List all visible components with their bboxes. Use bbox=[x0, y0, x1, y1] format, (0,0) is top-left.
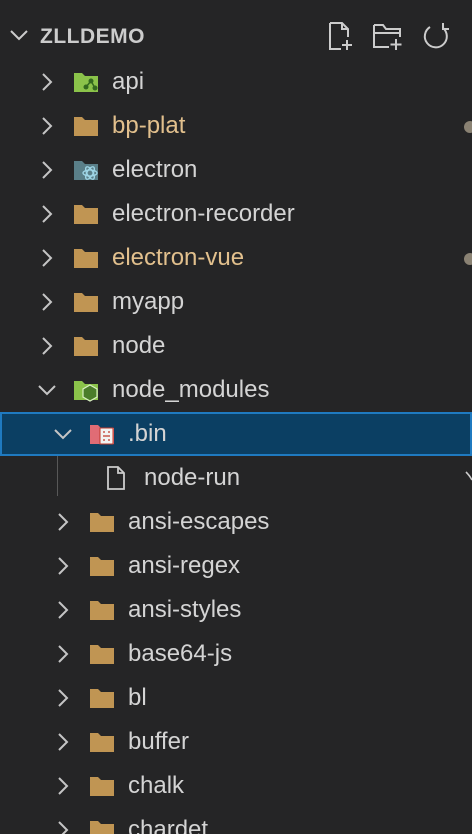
tree-item-label: ansi-styles bbox=[128, 596, 242, 623]
tree-item-label: node_modules bbox=[112, 376, 270, 403]
chevron-right-icon[interactable] bbox=[52, 511, 74, 533]
chevron-right-icon[interactable] bbox=[52, 555, 74, 577]
tree-item-label: node bbox=[112, 332, 166, 359]
modified-dot-icon bbox=[464, 253, 472, 265]
file-icon bbox=[107, 466, 125, 490]
tree-item-label: electron bbox=[112, 156, 198, 183]
tree-item-node-modules[interactable]: node_modules bbox=[0, 368, 472, 412]
chevron-right-icon[interactable] bbox=[36, 335, 58, 357]
api-folder-icon bbox=[74, 73, 98, 92]
tree-item-label: ansi-escapes bbox=[128, 508, 270, 535]
explorer-panel: ZLLDEMO api bp-plat electron electron-re… bbox=[0, 0, 472, 834]
new-folder-button[interactable] bbox=[372, 20, 404, 52]
folder-icon bbox=[90, 601, 114, 620]
tree-item-node-run[interactable]: node-run bbox=[0, 456, 472, 500]
chevron-down-icon[interactable] bbox=[52, 423, 74, 445]
tree-item-label: buffer bbox=[128, 728, 189, 755]
folder-icon bbox=[74, 293, 98, 312]
folder-icon bbox=[90, 513, 114, 532]
tree-item-chalk[interactable]: chalk bbox=[0, 764, 472, 808]
folder-icon bbox=[90, 645, 114, 664]
tree-item-label: bp-plat bbox=[112, 112, 186, 139]
refresh-icon bbox=[423, 23, 449, 49]
folder-icon bbox=[74, 117, 98, 136]
tree-item-ansi-escapes[interactable]: ansi-escapes bbox=[0, 500, 472, 544]
new-file-icon bbox=[329, 22, 352, 50]
tree-item-node[interactable]: node bbox=[0, 324, 472, 368]
chevron-right-icon[interactable] bbox=[36, 247, 58, 269]
tree-item-label: electron-recorder bbox=[112, 200, 295, 227]
refresh-button[interactable] bbox=[420, 20, 452, 52]
folder-icon bbox=[74, 249, 98, 268]
explorer-actions bbox=[324, 20, 452, 54]
chevron-right-icon[interactable] bbox=[36, 159, 58, 181]
chevron-right-icon[interactable] bbox=[36, 203, 58, 225]
folder-icon bbox=[90, 821, 114, 834]
tree-item-chardet[interactable]: chardet bbox=[0, 808, 472, 834]
tree-item-label: .bin bbox=[128, 420, 167, 447]
folder-icon bbox=[90, 557, 114, 576]
tree-item-label: bl bbox=[128, 684, 147, 711]
tree-item-electron-vue[interactable]: electron-vue bbox=[0, 236, 472, 280]
tree-item-ansi-regex[interactable]: ansi-regex bbox=[0, 544, 472, 588]
folder-icon bbox=[74, 205, 98, 224]
tree-item-label: electron-vue bbox=[112, 244, 245, 271]
chevron-down-icon[interactable] bbox=[36, 379, 58, 401]
modified-dot-icon bbox=[464, 121, 472, 133]
tree-item-label: base64-js bbox=[128, 640, 233, 667]
folder-icon bbox=[90, 733, 114, 752]
chevron-right-icon[interactable] bbox=[36, 115, 58, 137]
tree-item-label: api bbox=[112, 68, 145, 95]
tree-item-electron[interactable]: electron bbox=[0, 148, 472, 192]
node-modules-folder-icon bbox=[74, 381, 98, 402]
tree-item-label: ansi-regex bbox=[128, 552, 241, 579]
tree-item-bl[interactable]: bl bbox=[0, 676, 472, 720]
tree-item-api[interactable]: api bbox=[0, 60, 472, 104]
chevron-right-icon[interactable] bbox=[36, 291, 58, 313]
tree-item-electron-recorder[interactable]: electron-recorder bbox=[0, 192, 472, 236]
chevron-right-icon[interactable] bbox=[36, 71, 58, 93]
chevron-down-icon[interactable] bbox=[8, 24, 30, 46]
chevron-right-icon[interactable] bbox=[52, 599, 74, 621]
symlink-arrow-icon bbox=[465, 471, 472, 481]
folder-icon bbox=[74, 337, 98, 356]
electron-folder-icon bbox=[74, 161, 98, 180]
tree-item-label: myapp bbox=[112, 288, 185, 315]
tree-item-base64-js[interactable]: base64-js bbox=[0, 632, 472, 676]
explorer-header[interactable]: ZLLDEMO bbox=[0, 14, 472, 58]
tree-item-buffer[interactable]: buffer bbox=[0, 720, 472, 764]
tree-item-myapp[interactable]: myapp bbox=[0, 280, 472, 324]
tree-item-bin[interactable]: .bin bbox=[0, 412, 472, 456]
folder-icon bbox=[90, 689, 114, 708]
tree-item-label: node-run bbox=[144, 464, 241, 491]
chevron-right-icon[interactable] bbox=[52, 687, 74, 709]
file-tree: api bp-plat electron electron-recorder elect… bbox=[0, 60, 472, 834]
folder-icon bbox=[90, 777, 114, 796]
binary-folder-icon bbox=[90, 425, 114, 445]
chevron-right-icon[interactable] bbox=[52, 643, 74, 665]
tree-item-bp-plat[interactable]: bp-plat bbox=[0, 104, 472, 148]
new-folder-icon bbox=[373, 24, 402, 50]
tree-item-label: chalk bbox=[128, 772, 185, 799]
chevron-right-icon[interactable] bbox=[52, 731, 74, 753]
tree-item-label: chardet bbox=[128, 816, 209, 834]
workspace-title: ZLLDEMO bbox=[40, 25, 145, 48]
new-file-button[interactable] bbox=[324, 20, 356, 52]
tree-item-ansi-styles[interactable]: ansi-styles bbox=[0, 588, 472, 632]
indent-guide bbox=[57, 456, 58, 496]
chevron-right-icon[interactable] bbox=[52, 819, 74, 834]
chevron-right-icon[interactable] bbox=[52, 775, 74, 797]
